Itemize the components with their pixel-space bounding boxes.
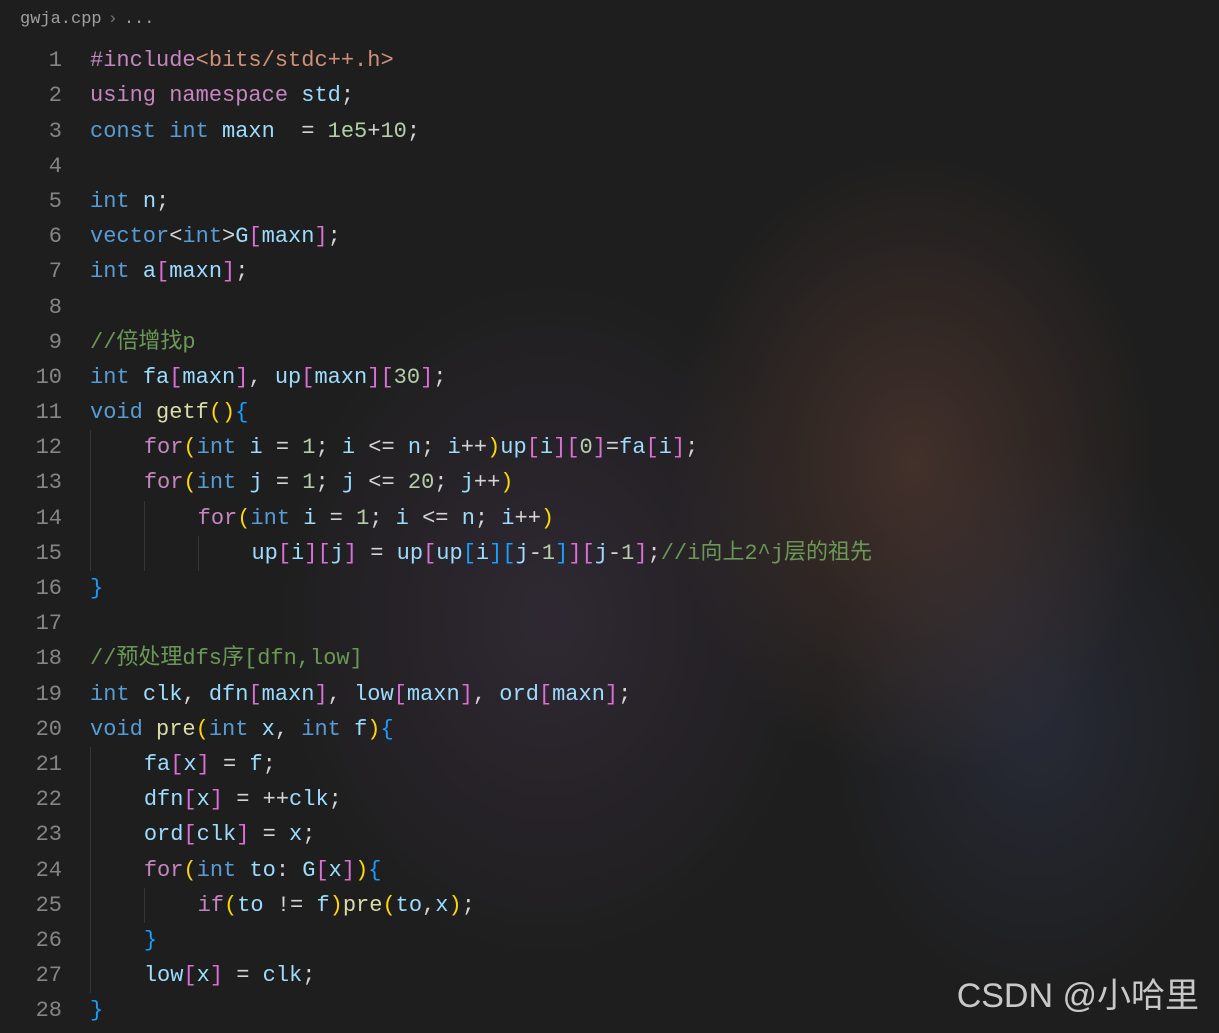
code-line[interactable]: 13 for(int j = 1; j <= 20; j++) [0, 465, 1219, 500]
line-number: 8 [0, 290, 90, 325]
code-content[interactable]: dfn[x] = ++clk; [90, 782, 1219, 817]
code-content[interactable]: if(to != f)pre(to,x); [90, 888, 1219, 923]
code-content[interactable]: } [90, 571, 1219, 606]
code-line[interactable]: 7int a[maxn]; [0, 254, 1219, 289]
line-number: 7 [0, 254, 90, 289]
line-number: 15 [0, 536, 90, 571]
line-number: 5 [0, 184, 90, 219]
code-line[interactable]: 15 up[i][j] = up[up[i][j-1]][j-1];//i向上2… [0, 536, 1219, 571]
code-line[interactable]: 12 for(int i = 1; i <= n; i++)up[i][0]=f… [0, 430, 1219, 465]
code-editor: gwja.cpp › ... 1#include<bits/stdc++.h>2… [0, 0, 1219, 1028]
code-content[interactable]: fa[x] = f; [90, 747, 1219, 782]
code-content[interactable]: const int maxn = 1e5+10; [90, 114, 1219, 149]
code-line[interactable]: 10int fa[maxn], up[maxn][30]; [0, 360, 1219, 395]
code-line[interactable]: 16} [0, 571, 1219, 606]
breadcrumb-file[interactable]: gwja.cpp [20, 6, 102, 33]
code-line[interactable]: 3const int maxn = 1e5+10; [0, 114, 1219, 149]
code-line[interactable]: 14 for(int i = 1; i <= n; i++) [0, 501, 1219, 536]
code-line[interactable]: 8 [0, 290, 1219, 325]
code-content[interactable]: int clk, dfn[maxn], low[maxn], ord[maxn]… [90, 677, 1219, 712]
code-content[interactable]: for(int i = 1; i <= n; i++)up[i][0]=fa[i… [90, 430, 1219, 465]
code-line[interactable]: 26 } [0, 923, 1219, 958]
line-number: 16 [0, 571, 90, 606]
line-number: 9 [0, 325, 90, 360]
code-line[interactable]: 19int clk, dfn[maxn], low[maxn], ord[max… [0, 677, 1219, 712]
line-number: 4 [0, 149, 90, 184]
code-line[interactable]: 11void getf(){ [0, 395, 1219, 430]
line-number: 14 [0, 501, 90, 536]
line-number: 20 [0, 712, 90, 747]
line-number: 19 [0, 677, 90, 712]
code-line[interactable]: 23 ord[clk] = x; [0, 817, 1219, 852]
line-number: 24 [0, 853, 90, 888]
code-content[interactable]: int n; [90, 184, 1219, 219]
breadcrumb-separator-icon: › [108, 6, 118, 33]
code-content[interactable]: vector<int>G[maxn]; [90, 219, 1219, 254]
line-number: 21 [0, 747, 90, 782]
code-content[interactable]: } [90, 923, 1219, 958]
line-number: 22 [0, 782, 90, 817]
line-number: 27 [0, 958, 90, 993]
code-line[interactable]: 17 [0, 606, 1219, 641]
code-line[interactable]: 6vector<int>G[maxn]; [0, 219, 1219, 254]
line-number: 12 [0, 430, 90, 465]
code-content[interactable]: up[i][j] = up[up[i][j-1]][j-1];//i向上2^j层… [90, 536, 1219, 571]
line-number: 6 [0, 219, 90, 254]
code-content[interactable]: for(int j = 1; j <= 20; j++) [90, 465, 1219, 500]
code-lines[interactable]: 1#include<bits/stdc++.h>2using namespace… [0, 39, 1219, 1028]
code-line[interactable]: 22 dfn[x] = ++clk; [0, 782, 1219, 817]
code-content[interactable]: //倍增找p [90, 325, 1219, 360]
watermark: CSDN @小哈里 [957, 969, 1199, 1023]
code-line[interactable]: 5int n; [0, 184, 1219, 219]
code-line[interactable]: 2using namespace std; [0, 78, 1219, 113]
line-number: 25 [0, 888, 90, 923]
line-number: 3 [0, 114, 90, 149]
line-number: 23 [0, 817, 90, 852]
code-line[interactable]: 4 [0, 149, 1219, 184]
line-number: 18 [0, 641, 90, 676]
line-number: 10 [0, 360, 90, 395]
line-number: 17 [0, 606, 90, 641]
line-number: 11 [0, 395, 90, 430]
line-number: 2 [0, 78, 90, 113]
breadcrumb-current[interactable]: ... [124, 6, 155, 33]
code-content[interactable]: //预处理dfs序[dfn,low] [90, 641, 1219, 676]
code-content[interactable]: using namespace std; [90, 78, 1219, 113]
code-line[interactable]: 9//倍增找p [0, 325, 1219, 360]
code-line[interactable]: 24 for(int to: G[x]){ [0, 853, 1219, 888]
code-content[interactable]: for(int to: G[x]){ [90, 853, 1219, 888]
code-line[interactable]: 21 fa[x] = f; [0, 747, 1219, 782]
code-line[interactable]: 20void pre(int x, int f){ [0, 712, 1219, 747]
breadcrumb[interactable]: gwja.cpp › ... [0, 0, 1219, 39]
code-line[interactable]: 25 if(to != f)pre(to,x); [0, 888, 1219, 923]
code-content[interactable]: #include<bits/stdc++.h> [90, 43, 1219, 78]
line-number: 13 [0, 465, 90, 500]
code-line[interactable]: 18//预处理dfs序[dfn,low] [0, 641, 1219, 676]
code-content[interactable]: void pre(int x, int f){ [90, 712, 1219, 747]
code-line[interactable]: 1#include<bits/stdc++.h> [0, 43, 1219, 78]
code-content[interactable]: int fa[maxn], up[maxn][30]; [90, 360, 1219, 395]
line-number: 1 [0, 43, 90, 78]
line-number: 28 [0, 993, 90, 1028]
code-content[interactable]: int a[maxn]; [90, 254, 1219, 289]
code-content[interactable]: ord[clk] = x; [90, 817, 1219, 852]
code-content[interactable]: for(int i = 1; i <= n; i++) [90, 501, 1219, 536]
code-content[interactable]: void getf(){ [90, 395, 1219, 430]
line-number: 26 [0, 923, 90, 958]
